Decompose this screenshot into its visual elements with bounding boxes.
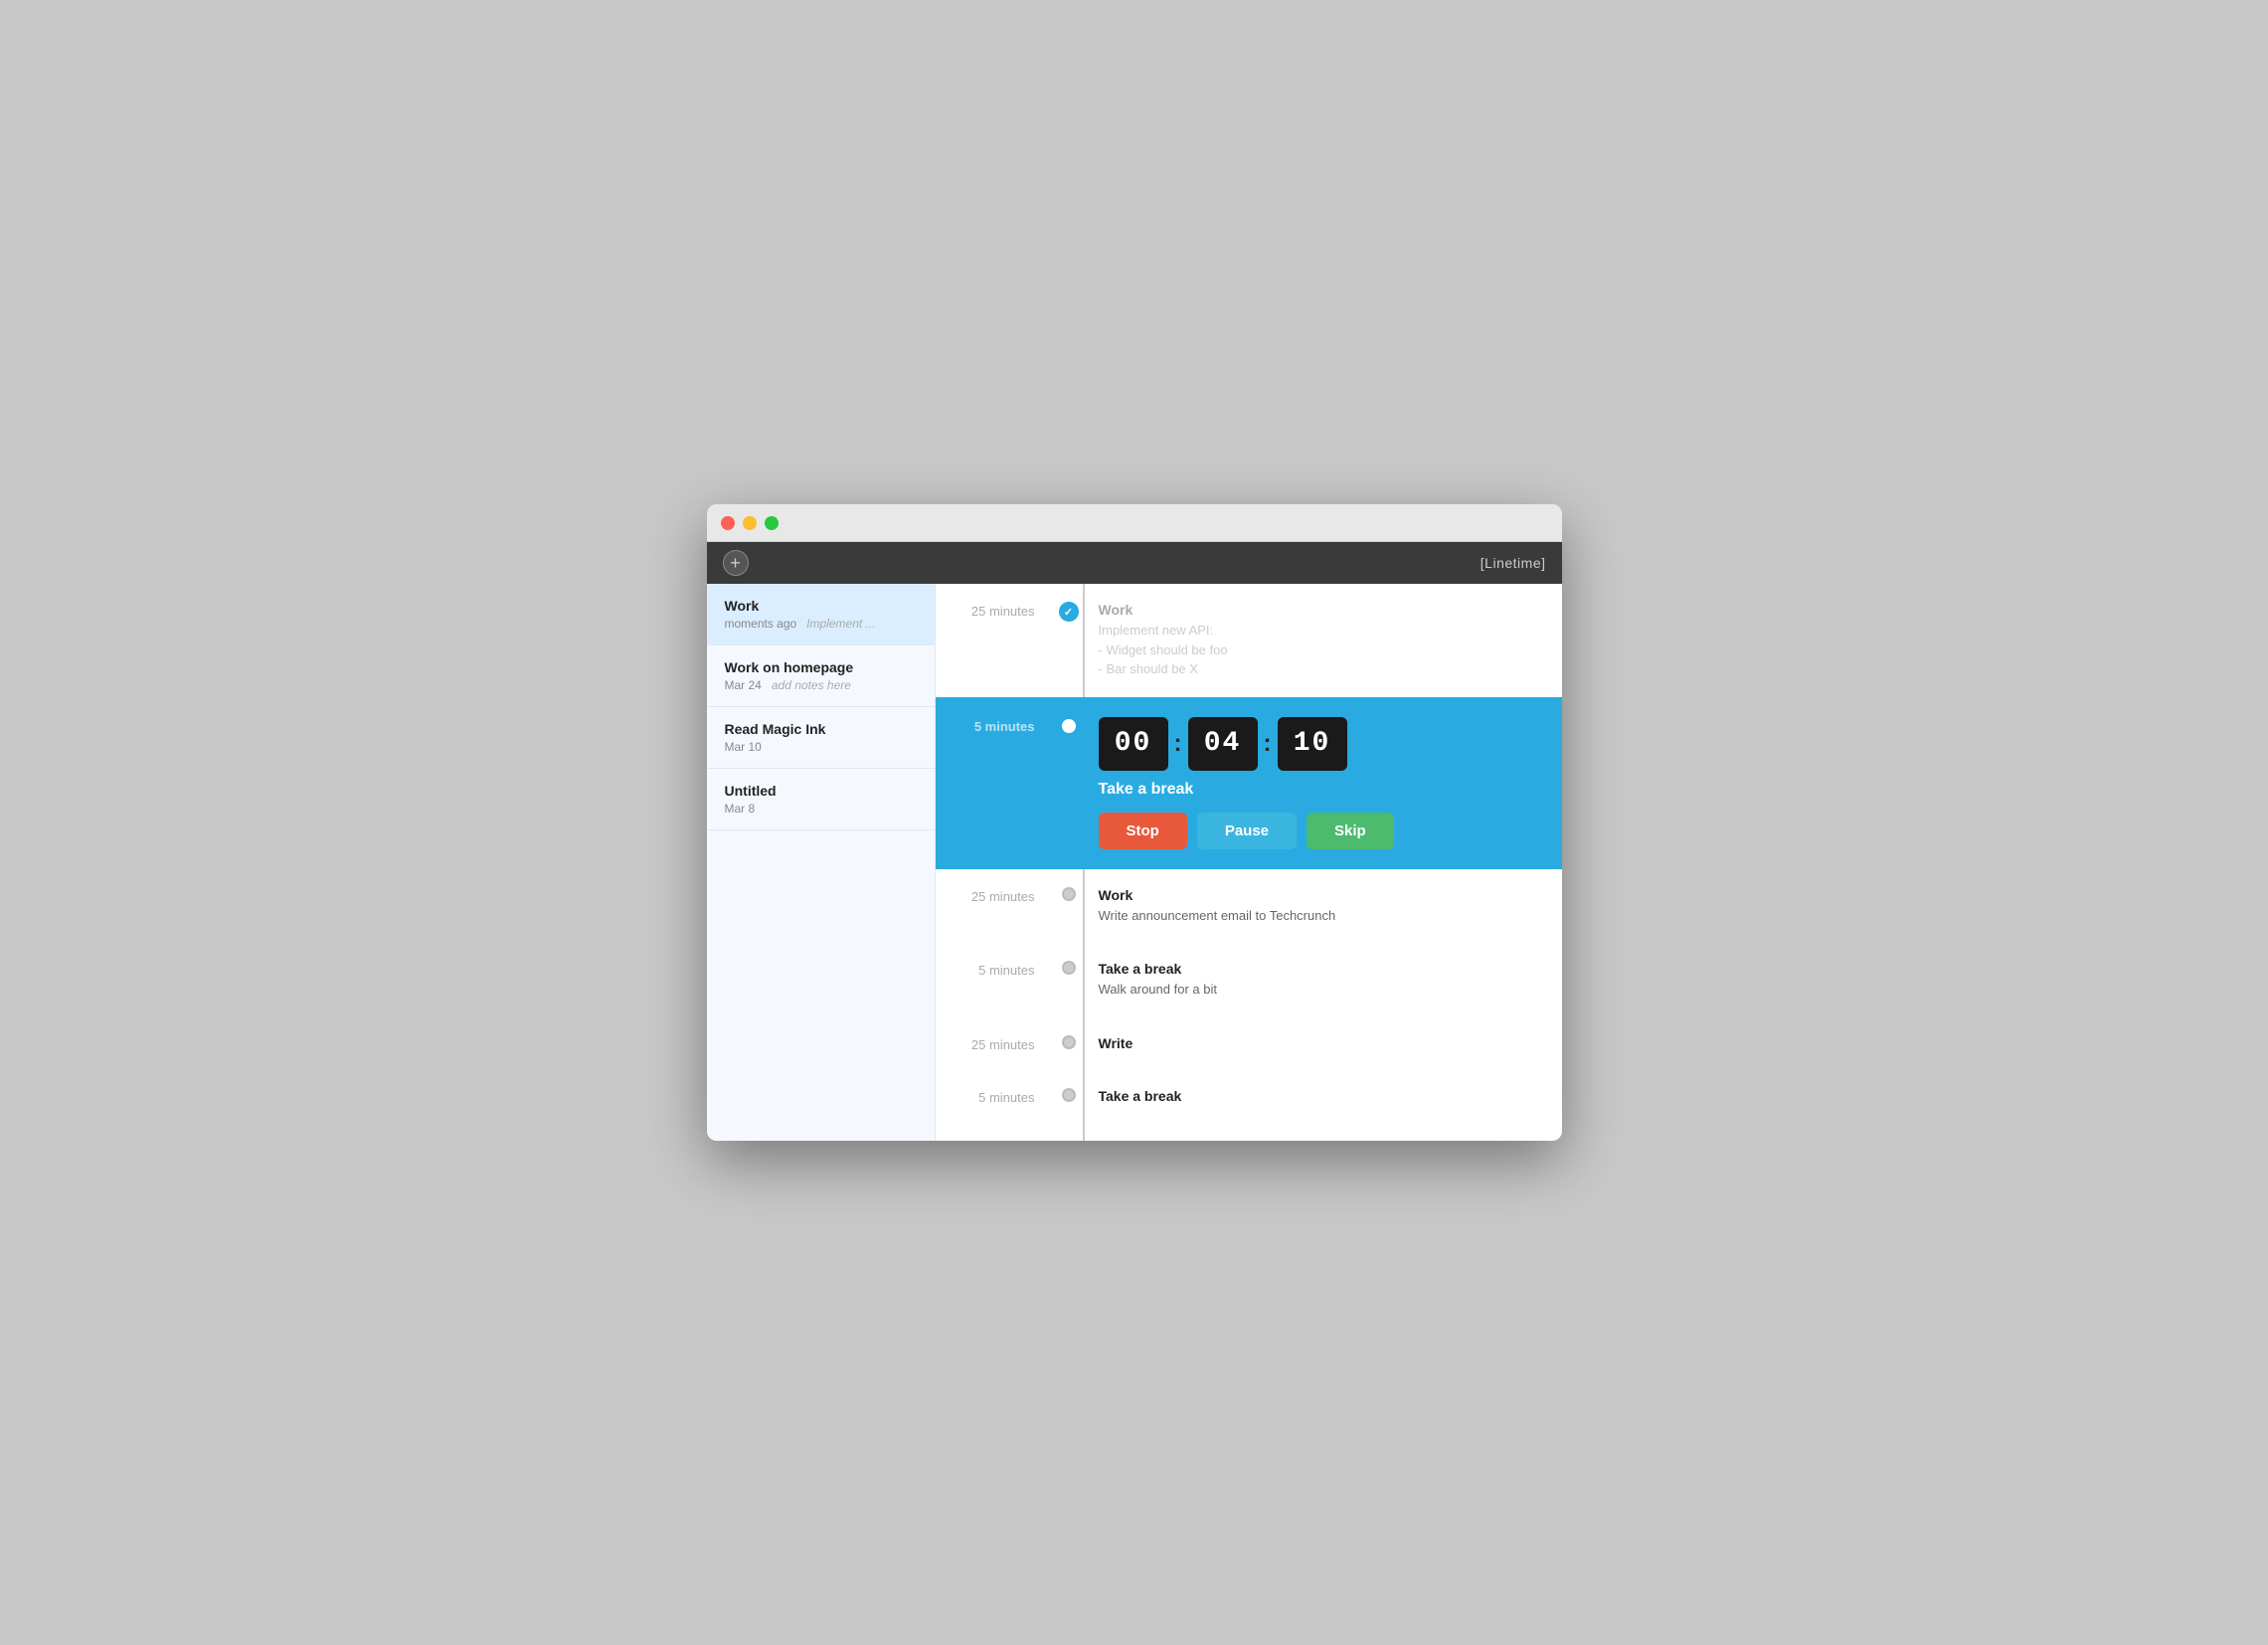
time-label: 5 minutes — [936, 1088, 1055, 1105]
item-description: Write announcement email to Techcrunch — [1099, 906, 1532, 926]
sidebar-item-meta: Mar 8 — [725, 802, 917, 816]
dot-icon — [1062, 1088, 1076, 1102]
sidebar-item-date: Mar 10 — [725, 740, 762, 754]
sidebar-item-notes: Implement ... — [806, 617, 875, 631]
sidebar-item-title: Work on homepage — [725, 659, 917, 675]
item-body: Work Implement new API:- Widget should b… — [1083, 602, 1532, 679]
dot-container — [1055, 1035, 1083, 1049]
sidebar: Work moments ago Implement ... Work on home… — [707, 584, 936, 1141]
item-description: Walk around for a bit — [1099, 980, 1532, 1000]
dot-container — [1055, 1141, 1083, 1142]
sidebar-item-work-homepage[interactable]: Work on homepage Mar 24 add notes here — [707, 645, 935, 707]
timeline-item-break-active: 5 minutes 00 : 04 : 10 Take a break — [936, 697, 1562, 869]
timeline-item: 5 minutes Take a break — [936, 1070, 1562, 1123]
item-body: Work Write announcement email to Techcru… — [1083, 887, 1532, 926]
sidebar-item-meta: moments ago Implement ... — [725, 617, 917, 631]
titlebar — [707, 504, 1562, 542]
sidebar-item-work[interactable]: Work moments ago Implement ... — [707, 584, 935, 645]
item-body: Take a break — [1083, 1088, 1532, 1104]
dot-check-icon — [1059, 602, 1079, 622]
timeline: 25 minutes Work Implement new API:- Widg… — [936, 584, 1562, 1141]
dot-icon — [1062, 1035, 1076, 1049]
timeline-item: 5 minutes Take a break Walk around for a… — [936, 943, 1562, 1017]
timer-hours: 00 — [1099, 717, 1168, 771]
app-title: [Linetime] — [1481, 555, 1546, 571]
dot-icon — [1062, 887, 1076, 901]
sidebar-item-meta: Mar 10 — [725, 740, 917, 754]
dot-container — [1055, 717, 1083, 735]
timeline-item: 25 minutes Work Write announcement email… — [936, 869, 1562, 944]
timeline-item: 25 minutes Work — [936, 1123, 1562, 1142]
break-buttons: Stop Pause Skip — [1099, 813, 1532, 849]
timer-colon-2: : — [1264, 730, 1272, 758]
time-label: 25 minutes — [936, 887, 1055, 904]
dot-icon — [1062, 1141, 1076, 1142]
sidebar-item-title: Work — [725, 598, 917, 614]
time-label: 25 minutes — [936, 1141, 1055, 1142]
timer-colon-1: : — [1174, 730, 1182, 758]
sidebar-item-title: Untitled — [725, 783, 917, 799]
item-title: Take a break — [1099, 1088, 1532, 1104]
sidebar-item-untitled[interactable]: Untitled Mar 8 — [707, 769, 935, 830]
close-button[interactable] — [721, 516, 735, 530]
sidebar-item-meta: Mar 24 add notes here — [725, 678, 917, 692]
timeline-item: 25 minutes Work Implement new API:- Widg… — [936, 584, 1562, 697]
sidebar-item-date: Mar 8 — [725, 802, 756, 816]
sidebar-item-notes: add notes here — [772, 678, 851, 692]
timer-display: 00 : 04 : 10 — [1099, 717, 1532, 771]
item-title: Work — [1099, 887, 1532, 903]
sidebar-item-title: Read Magic Ink — [725, 721, 917, 737]
item-description: Implement new API:- Widget should be foo… — [1099, 621, 1532, 679]
item-body: Write — [1083, 1035, 1532, 1051]
toolbar: + [Linetime] — [707, 542, 1562, 584]
maximize-button[interactable] — [765, 516, 779, 530]
time-label: 5 minutes — [936, 717, 1055, 734]
item-body: 00 : 04 : 10 Take a break Stop Pause Ski… — [1083, 717, 1532, 849]
timer-minutes: 04 — [1188, 717, 1258, 771]
item-title: Work — [1099, 1141, 1532, 1142]
time-label: 25 minutes — [936, 1035, 1055, 1052]
item-body: Work — [1083, 1141, 1532, 1142]
traffic-lights — [721, 516, 779, 530]
add-button[interactable]: + — [723, 550, 749, 576]
timeline-item: 25 minutes Write — [936, 1017, 1562, 1070]
toolbar-left: + — [723, 550, 749, 576]
sidebar-item-date: moments ago — [725, 617, 797, 631]
dot-container — [1055, 961, 1083, 975]
dot-icon — [1062, 961, 1076, 975]
dot-active-icon — [1060, 717, 1078, 735]
skip-button[interactable]: Skip — [1307, 813, 1394, 849]
break-title: Take a break — [1099, 781, 1532, 799]
pause-button[interactable]: Pause — [1197, 813, 1297, 849]
item-title: Take a break — [1099, 961, 1532, 977]
time-label: 5 minutes — [936, 961, 1055, 978]
main-content: Work moments ago Implement ... Work on home… — [707, 584, 1562, 1141]
dot-container — [1055, 1088, 1083, 1102]
app-window: + [Linetime] Work moments ago Implement ..… — [707, 504, 1562, 1141]
item-body: Take a break Walk around for a bit — [1083, 961, 1532, 1000]
dot-container — [1055, 602, 1083, 622]
item-title: Work — [1099, 602, 1532, 618]
stop-button[interactable]: Stop — [1099, 813, 1187, 849]
item-title: Write — [1099, 1035, 1532, 1051]
minimize-button[interactable] — [743, 516, 757, 530]
sidebar-item-read-magic-ink[interactable]: Read Magic Ink Mar 10 — [707, 707, 935, 769]
dot-container — [1055, 887, 1083, 901]
timer-seconds: 10 — [1278, 717, 1347, 771]
content-area: 25 minutes Work Implement new API:- Widg… — [936, 584, 1562, 1141]
sidebar-item-date: Mar 24 — [725, 678, 762, 692]
time-label: 25 minutes — [936, 602, 1055, 619]
